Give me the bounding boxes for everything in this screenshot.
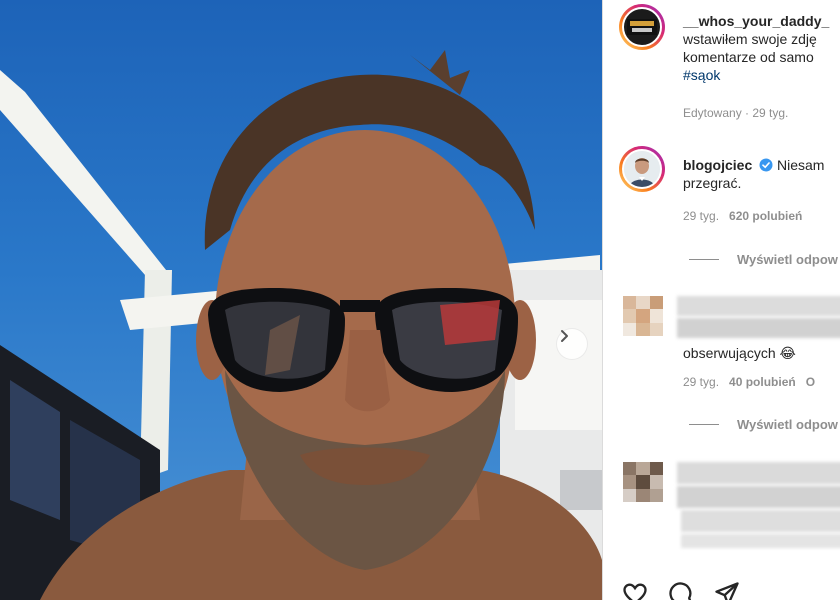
chevron-right-icon — [561, 330, 568, 342]
caption-line-1: wstawiłem swoje zdję — [683, 31, 817, 47]
comment-1-body: blogojciec Niesam przegrać. — [683, 156, 840, 192]
comment-1-view-replies-label: Wyświetl odpow — [737, 252, 838, 267]
comment-1-meta: 29 tyg. 620 polubień — [683, 209, 802, 223]
selfie-photo-illustration — [0, 50, 602, 600]
comments-pane: __whos_your_daddy_ wstawiłem swoje zdję … — [603, 0, 840, 600]
commenter-avatar-pixelated-2[interactable] — [623, 462, 663, 502]
comment-1-text-2: przegrać. — [683, 175, 742, 191]
comment-2-meta: 29 tyg. 40 polubień O — [683, 375, 815, 389]
pixelated-comment-text-2 — [677, 486, 840, 508]
avatar-image — [627, 19, 657, 35]
replies-line — [689, 424, 719, 425]
commenter-avatar-pixelated[interactable] — [623, 296, 663, 336]
comment-1-age: 29 tyg. — [683, 209, 720, 223]
comment-2-view-replies-label: Wyświetl odpow — [737, 417, 838, 432]
pixelated-comment-text-3 — [681, 510, 840, 532]
next-photo-button[interactable] — [556, 328, 588, 360]
comment-icon[interactable] — [667, 580, 695, 600]
post-caption: __whos_your_daddy_ wstawiłem swoje zdję … — [683, 12, 840, 84]
comment-2-text-2: obserwujących 😂 — [683, 345, 796, 361]
pixelated-comment-text — [677, 318, 840, 338]
comment-2-age: 29 tyg. — [683, 375, 720, 389]
comment-1-text-1: Niesam — [777, 157, 825, 173]
comment-1-username[interactable]: blogojciec — [683, 157, 752, 173]
replies-line — [689, 259, 719, 260]
post-edited-time: Edytowany · 29 tyg. — [683, 106, 789, 120]
avatar-image — [624, 151, 660, 187]
heart-icon[interactable] — [621, 580, 649, 600]
caption-line-2: komentarze od samo — [683, 49, 814, 65]
hashtag-link[interactable]: #sąok — [683, 67, 720, 83]
comment-2-view-replies[interactable]: Wyświetl odpow — [689, 417, 838, 432]
post-photo[interactable] — [0, 0, 602, 600]
comment-2-likes[interactable]: 40 polubień — [729, 375, 796, 389]
pixelated-username-2 — [677, 462, 840, 484]
comment-1-likes[interactable]: 620 polubień — [729, 209, 802, 223]
post-owner-username[interactable]: __whos_your_daddy_ — [683, 13, 829, 29]
pixelated-username — [677, 296, 840, 316]
post-actions — [621, 580, 741, 600]
post-owner-avatar[interactable] — [619, 4, 665, 50]
comment-2-extra[interactable]: O — [806, 375, 815, 389]
comment-1-view-replies[interactable]: Wyświetl odpow — [689, 252, 838, 267]
commenter-avatar-blogojciec[interactable] — [619, 146, 665, 192]
verified-badge-icon — [759, 158, 773, 172]
share-icon[interactable] — [713, 580, 741, 600]
pixelated-comment-text-4 — [681, 534, 840, 548]
